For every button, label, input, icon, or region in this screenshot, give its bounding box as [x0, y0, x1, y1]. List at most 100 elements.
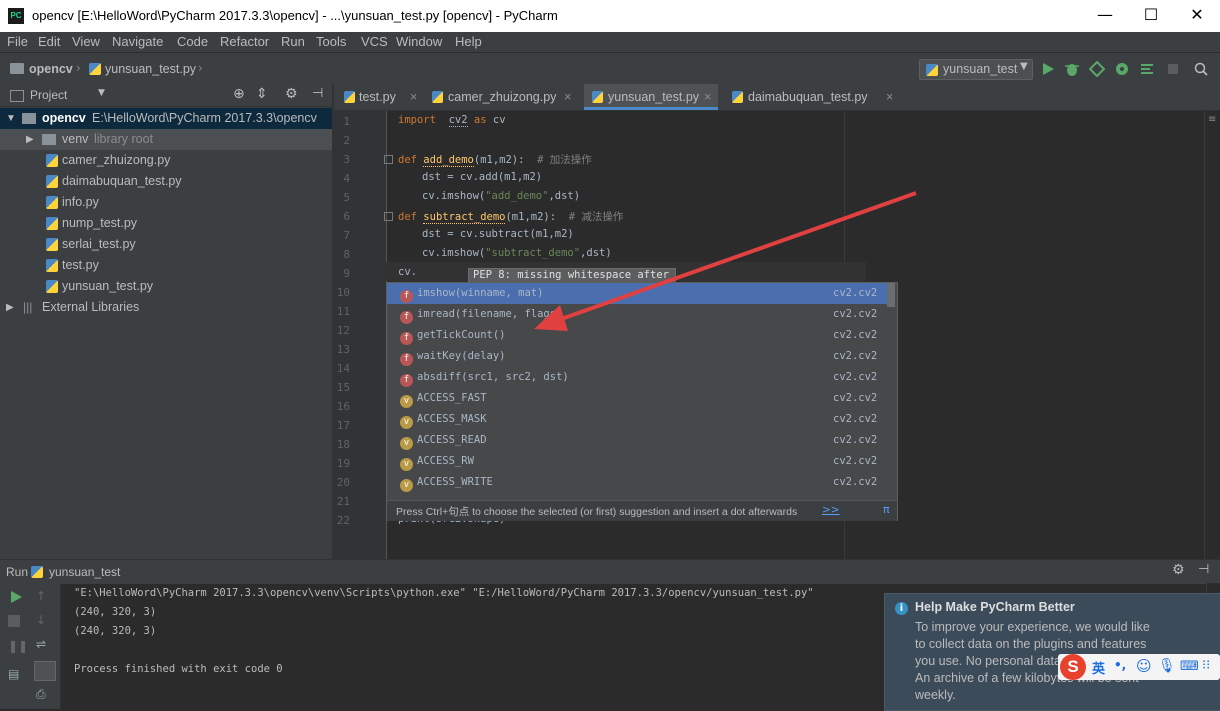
- tab-camer-zhuizong[interactable]: camer_zhuizong.py ×: [430, 84, 578, 110]
- tab-test-py[interactable]: test.py ×: [342, 84, 424, 110]
- profile-icon[interactable]: [1114, 61, 1130, 77]
- completion-module: cv2.cv2: [833, 392, 878, 404]
- grid-menu-icon[interactable]: ⁝⁝: [1202, 658, 1210, 673]
- keyboard-icon[interactable]: ⌨: [1180, 659, 1199, 674]
- ime-punct-toggle[interactable]: •,: [1114, 658, 1126, 672]
- pause-icon[interactable]: ❚❚: [8, 639, 28, 653]
- line-number: 12: [336, 324, 350, 337]
- minimize-button[interactable]: —: [1082, 0, 1128, 32]
- debug-icon[interactable]: [1064, 61, 1080, 77]
- completion-item[interactable]: v ACCESS_READ cv2.cv2: [387, 430, 887, 451]
- menu-code[interactable]: Code: [177, 34, 208, 49]
- tree-item-venv[interactable]: ▶ venv library root: [0, 129, 332, 150]
- annotation-arrow: [534, 191, 917, 331]
- soft-wrap-icon[interactable]: ⇌: [36, 637, 46, 651]
- scroll-to-end-icon[interactable]: [34, 661, 56, 681]
- chevron-down-icon[interactable]: ▼: [98, 88, 105, 98]
- target-icon[interactable]: ⊕: [233, 86, 245, 102]
- arrow-down-icon[interactable]: ↓: [36, 613, 46, 627]
- run-panel-config[interactable]: yunsuan_test: [49, 565, 120, 579]
- sogou-logo-icon[interactable]: S: [1060, 654, 1086, 680]
- tree-file-row[interactable]: info.py: [0, 192, 332, 213]
- breadcrumb-project[interactable]: opencv: [29, 62, 73, 76]
- menu-vcs[interactable]: VCS: [361, 34, 388, 49]
- editor-scrollbar[interactable]: [1204, 111, 1220, 559]
- print-icon[interactable]: ⎙: [36, 687, 46, 702]
- code-line-1[interactable]: import cv2 as cv: [398, 114, 506, 127]
- menu-tools[interactable]: Tools: [316, 34, 346, 49]
- menu-file[interactable]: File: [7, 34, 28, 49]
- microphone-icon[interactable]: 🎙: [1158, 658, 1176, 674]
- search-everywhere-icon[interactable]: [1193, 61, 1209, 77]
- line-number: 18: [336, 438, 350, 451]
- ime-lang-toggle[interactable]: 英: [1092, 658, 1105, 677]
- pi-icon[interactable]: π: [883, 503, 890, 516]
- project-panel-title[interactable]: Project: [30, 88, 67, 102]
- menu-view[interactable]: View: [72, 34, 100, 49]
- tree-file-row[interactable]: serlai_test.py: [0, 234, 332, 255]
- tree-file-row[interactable]: yunsuan_test.py: [0, 276, 332, 297]
- hide-panel-icon[interactable]: ⊣: [1198, 562, 1209, 577]
- code-line-9[interactable]: cv.: [398, 266, 417, 278]
- completion-name: ACCESS_FAST: [417, 392, 487, 404]
- tree-item-root[interactable]: ▼ opencv E:\HelloWord\PyCharm 2017.3.3\o…: [0, 108, 332, 129]
- completion-item[interactable]: v ACCESS_FAST cv2.cv2: [387, 388, 887, 409]
- code-keyword: as: [473, 114, 487, 126]
- python-config-icon: [926, 64, 938, 76]
- completion-item[interactable]: v ACCESS_MASK cv2.cv2: [387, 409, 887, 430]
- fold-marker-icon[interactable]: [384, 155, 393, 164]
- tree-file-row[interactable]: nump_test.py: [0, 213, 332, 234]
- completion-more-link[interactable]: >>: [822, 504, 840, 516]
- collapse-icon[interactable]: ⇕: [256, 86, 268, 102]
- coverage-icon[interactable]: [1088, 60, 1106, 78]
- tree-file-row[interactable]: test.py: [0, 255, 332, 276]
- folder-icon: [42, 134, 56, 145]
- navigation-bar: opencv › yunsuan_test.py › yunsuan_test …: [0, 52, 1220, 86]
- close-tab-icon[interactable]: ×: [704, 84, 711, 110]
- notification-balloon[interactable]: i Help Make PyCharm Better To improve yo…: [884, 593, 1220, 711]
- layout-icon[interactable]: ▤: [8, 667, 19, 681]
- run-config-dropdown[interactable]: yunsuan_test ▼: [919, 59, 1033, 80]
- fold-marker-icon[interactable]: [384, 212, 393, 221]
- close-tab-icon[interactable]: ×: [886, 84, 893, 110]
- maximize-button[interactable]: ☐: [1128, 0, 1174, 32]
- close-tab-icon[interactable]: ×: [410, 84, 417, 110]
- hide-panel-icon[interactable]: ⊣: [312, 86, 323, 101]
- tree-file-row[interactable]: daimabuquan_test.py: [0, 171, 332, 192]
- menu-run[interactable]: Run: [281, 34, 305, 49]
- tree-item-external-libraries[interactable]: ▶ ||| External Libraries: [0, 297, 332, 318]
- completion-item[interactable]: v ACCESS_WRITE cv2.cv2: [387, 472, 887, 493]
- emoji-icon[interactable]: ☺: [1136, 657, 1152, 675]
- close-button[interactable]: ✕: [1174, 0, 1220, 32]
- arrow-up-icon[interactable]: ↑: [36, 589, 46, 603]
- library-icon: |||: [23, 300, 33, 314]
- ime-toolbar[interactable]: S 英 •, ☺ 🎙 ⌨ ⁝⁝: [1058, 654, 1220, 680]
- breadcrumb-file[interactable]: yunsuan_test.py: [105, 62, 196, 76]
- tree-file-name: yunsuan_test.py: [62, 279, 154, 293]
- stop-icon[interactable]: [8, 615, 20, 627]
- stop-icon[interactable]: [1165, 61, 1181, 77]
- tab-yunsuan-test[interactable]: yunsuan_test.py ×: [584, 84, 718, 110]
- rerun-icon[interactable]: [8, 589, 24, 608]
- completion-item[interactable]: v ACCESS_RW cv2.cv2: [387, 451, 887, 472]
- concurrency-icon[interactable]: [1139, 61, 1155, 77]
- menu-navigate[interactable]: Navigate: [112, 34, 163, 49]
- code-line-3[interactable]: def add_demo(m1,m2): # 加法操作: [398, 152, 592, 167]
- code-line-4[interactable]: dst = cv.add(m1,m2): [422, 171, 542, 183]
- menu-window[interactable]: Window: [396, 34, 442, 49]
- tab-daimabuquan[interactable]: daimabuquan_test.py ×: [732, 84, 900, 110]
- menu-edit[interactable]: Edit: [38, 34, 60, 49]
- run-icon[interactable]: [1040, 61, 1056, 77]
- completion-hint: Press Ctrl+句点 to choose the selected (or…: [396, 506, 798, 518]
- menu-refactor[interactable]: Refactor: [220, 34, 269, 49]
- completion-item[interactable]: f waitKey(delay) cv2.cv2: [387, 346, 887, 367]
- code-call: cv.imshow(: [422, 190, 486, 202]
- menu-help[interactable]: Help: [455, 34, 482, 49]
- gear-icon[interactable]: ⚙: [285, 86, 298, 102]
- function-icon: f: [400, 374, 413, 387]
- completion-item[interactable]: f absdiff(src1, src2, dst) cv2.cv2: [387, 367, 887, 388]
- gear-icon[interactable]: ⚙: [1172, 562, 1185, 578]
- code-keyword: def: [398, 211, 417, 223]
- close-tab-icon[interactable]: ×: [564, 84, 571, 110]
- tree-file-row[interactable]: camer_zhuizong.py: [0, 150, 332, 171]
